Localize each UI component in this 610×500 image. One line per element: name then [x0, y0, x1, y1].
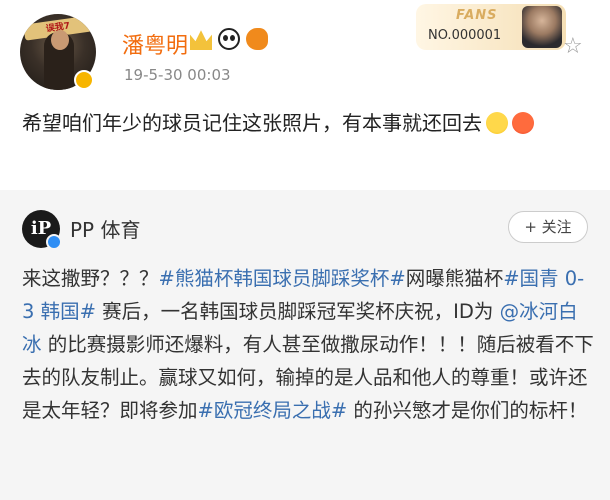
- repost-text-segment: 网曝熊猫杯: [405, 267, 504, 290]
- tears-of-joy-icon: [486, 112, 508, 134]
- fans-label: FANS: [456, 8, 498, 23]
- fans-card[interactable]: FANS NO.000001: [416, 4, 566, 50]
- follow-button[interactable]: + 关注: [508, 211, 588, 243]
- author-name[interactable]: 潘粤明: [122, 28, 188, 60]
- repost-text: 来这撒野？？？#熊猫杯韩国球员脚踩奖杯#网曝熊猫杯#国青 0-3 韩国# 赛后，…: [22, 262, 594, 427]
- repost-text-segment: 来这撒野？？？: [22, 267, 159, 290]
- post-timestamp: 19-5-30 00:03: [124, 66, 231, 84]
- verified-icon: [46, 234, 62, 250]
- repost-text-segment: 赛后，一名韩国球员脚踩冠军奖杯庆祝，ID为: [95, 300, 500, 323]
- vip-badge-icon: [74, 70, 94, 90]
- fans-card-photo: [522, 6, 562, 48]
- hashtag-link[interactable]: #欧冠终局之战#: [198, 399, 348, 422]
- source-name[interactable]: PP 体育: [70, 214, 140, 243]
- weibo-post: 误我7 潘粤明 19-5-30 00:03 FANS NO.000001 ☆ 希…: [0, 0, 610, 190]
- repost-text-segment: 的孙兴慜才是你们的标杆！: [347, 399, 588, 422]
- panda-icon: [218, 28, 240, 50]
- star-icon[interactable]: ☆: [563, 34, 583, 59]
- post-body: 希望咱们年少的球员记住这张照片，有本事就还回去: [22, 111, 482, 135]
- user-badges: [190, 28, 268, 50]
- avatar-face: [51, 30, 69, 50]
- angry-face-icon: [512, 112, 534, 134]
- fish-icon: [246, 28, 268, 50]
- hashtag-link[interactable]: #熊猫杯韩国球员脚踩奖杯#: [159, 267, 406, 290]
- repost-card[interactable]: iP PP 体育 + 关注 来这撒野？？？#熊猫杯韩国球员脚踩奖杯#网曝熊猫杯#…: [0, 190, 610, 500]
- post-text: 希望咱们年少的球员记住这张照片，有本事就还回去: [22, 104, 592, 142]
- fans-number: NO.000001: [428, 28, 502, 43]
- crown-icon: [190, 30, 212, 50]
